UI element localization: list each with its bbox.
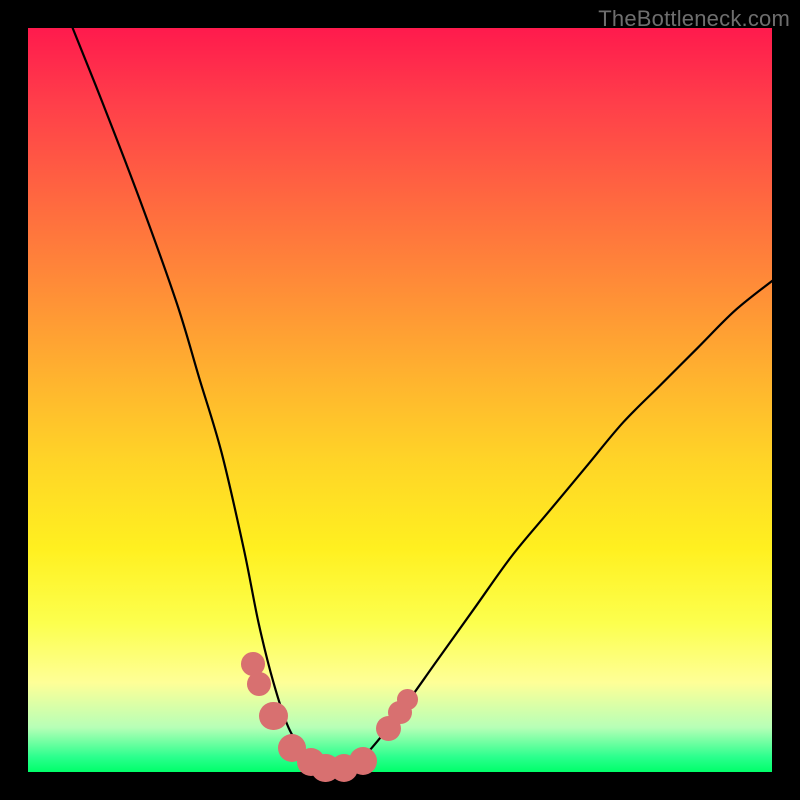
curve-marker bbox=[397, 689, 418, 710]
chart-frame: TheBottleneck.com bbox=[0, 0, 800, 800]
curve-marker bbox=[247, 672, 271, 696]
curve-svg bbox=[28, 28, 772, 772]
curve-marker bbox=[259, 702, 287, 730]
curve-marker bbox=[349, 747, 377, 775]
bottleneck-curve bbox=[73, 28, 772, 775]
gradient-plot-area bbox=[28, 28, 772, 772]
